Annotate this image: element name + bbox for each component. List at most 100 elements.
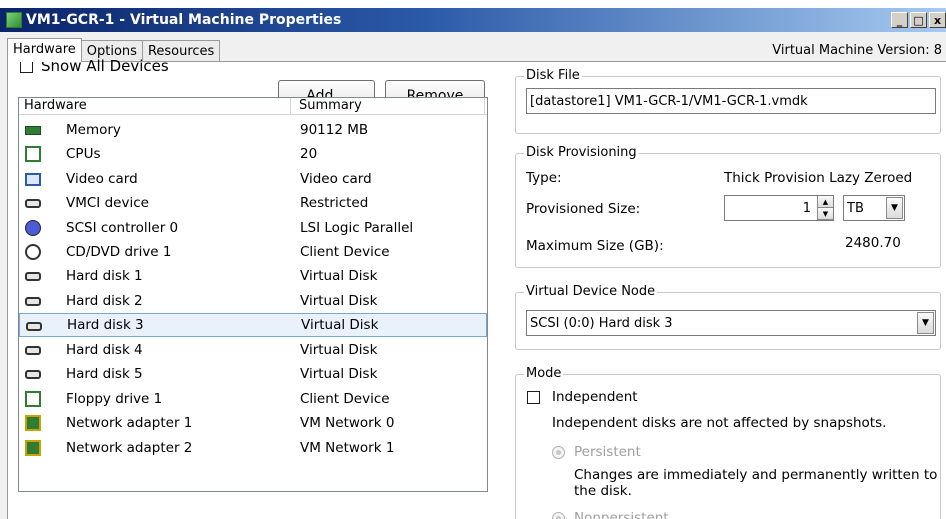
- hardware-list-header: Hardware Summary: [19, 98, 487, 115]
- mode-legend: Mode: [524, 366, 564, 381]
- hardware-name: VMCI device: [66, 195, 149, 211]
- hardware-summary: VM Network 0: [300, 415, 395, 431]
- nonpersistent-radio[interactable]: [552, 512, 565, 519]
- network-adapter-icon: [25, 440, 41, 456]
- hardware-row-network-adapter-1[interactable]: Network adapter 1 VM Network 0: [19, 411, 487, 435]
- provisioned-size-unit-select[interactable]: TB ▼: [843, 195, 905, 221]
- disk-file-group: Disk File [datastore1] VM1-GCR-1/VM1-GCR…: [515, 68, 941, 134]
- hard-disk-icon: [25, 346, 41, 355]
- persistent-label[interactable]: Persistent: [574, 444, 641, 460]
- close-button[interactable]: x: [929, 12, 946, 28]
- hardware-row-scsi-controller-0[interactable]: SCSI controller 0 LSI Logic Parallel: [19, 216, 487, 240]
- video-card-icon: [25, 172, 41, 186]
- hardware-summary: LSI Logic Parallel: [300, 220, 414, 236]
- independent-label[interactable]: Independent: [552, 389, 638, 405]
- hardware-row-video-card[interactable]: Video card Video card: [19, 167, 487, 191]
- hardware-row-hard-disk-1[interactable]: Hard disk 1 Virtual Disk: [19, 264, 487, 288]
- hardware-name: Video card: [66, 171, 138, 187]
- hardware-row-hard-disk-4[interactable]: Hard disk 4 Virtual Disk: [19, 338, 487, 362]
- hardware-name: CPUs: [66, 146, 101, 162]
- virtual-device-node-legend: Virtual Device Node: [524, 284, 658, 299]
- hardware-name: Hard disk 3: [67, 317, 144, 333]
- persistent-note-line-2: the disk.: [574, 483, 632, 499]
- maximize-button[interactable]: □: [910, 12, 927, 28]
- hardware-row-hard-disk-2[interactable]: Hard disk 2 Virtual Disk: [19, 289, 487, 313]
- hardware-summary: Client Device: [300, 391, 390, 407]
- hardware-name: Hard disk 1: [66, 268, 143, 284]
- disk-provisioning-legend: Disk Provisioning: [524, 145, 639, 160]
- hardware-summary: VM Network 1: [300, 440, 395, 456]
- hardware-row-cd-dvd-drive-1[interactable]: CD/DVD drive 1 Client Device: [19, 240, 487, 264]
- virtual-device-node-value: SCSI (0:0) Hard disk 3: [530, 315, 673, 331]
- vm-version-label: Virtual Machine Version: 8: [772, 43, 942, 58]
- hardware-name: Hard disk 2: [66, 293, 143, 309]
- tab-hardware[interactable]: Hardware: [7, 38, 82, 62]
- provisioned-size-label: Provisioned Size:: [526, 201, 641, 217]
- hardware-name: Hard disk 5: [66, 366, 143, 382]
- hardware-name: Network adapter 1: [66, 415, 193, 431]
- column-header-hardware[interactable]: Hardware: [19, 98, 291, 114]
- network-adapter-icon: [25, 415, 41, 431]
- hardware-name: Network adapter 2: [66, 440, 193, 456]
- provisioned-size-input[interactable]: 1 ▲ ▼: [724, 195, 834, 221]
- vmci-device-icon: [25, 199, 41, 208]
- hardware-name: Hard disk 4: [66, 342, 143, 358]
- cpu-icon: [25, 146, 41, 162]
- chevron-down-icon[interactable]: ▼: [917, 312, 934, 334]
- hardware-name: SCSI controller 0: [66, 220, 179, 236]
- hardware-summary: Virtual Disk: [301, 317, 379, 333]
- nonpersistent-label[interactable]: Nonpersistent: [574, 510, 669, 519]
- hardware-name: Memory: [66, 122, 121, 138]
- maximum-size-value: 2480.70: [845, 235, 901, 251]
- chevron-down-icon[interactable]: ▼: [886, 197, 903, 219]
- hardware-summary: Client Device: [300, 244, 390, 260]
- persistent-radio[interactable]: [552, 446, 565, 459]
- mode-group: Mode Independent Independent disks are n…: [515, 366, 941, 519]
- hardware-row-cpus[interactable]: CPUs 20: [19, 142, 487, 166]
- hardware-summary: Video card: [300, 171, 372, 187]
- hardware-row-network-adapter-2[interactable]: Network adapter 2 VM Network 1: [19, 436, 487, 460]
- hardware-summary: Virtual Disk: [300, 342, 378, 358]
- hardware-list[interactable]: Hardware Summary Memory 90112 MB CPUs 20…: [18, 97, 488, 492]
- hardware-row-hard-disk-3[interactable]: Hard disk 3 Virtual Disk: [19, 313, 487, 337]
- virtual-device-node-select[interactable]: SCSI (0:0) Hard disk 3 ▼: [526, 310, 936, 336]
- hard-disk-icon: [25, 297, 41, 306]
- hardware-name: CD/DVD drive 1: [66, 244, 172, 260]
- hardware-row-memory[interactable]: Memory 90112 MB: [19, 118, 487, 142]
- disk-file-path-field[interactable]: [datastore1] VM1-GCR-1/VM1-GCR-1.vmdk: [526, 88, 936, 114]
- column-header-summary[interactable]: Summary: [291, 98, 485, 114]
- maximum-size-label: Maximum Size (GB):: [526, 238, 664, 254]
- type-value: Thick Provision Lazy Zeroed: [724, 170, 913, 186]
- hardware-row-hard-disk-5[interactable]: Hard disk 5 Virtual Disk: [19, 362, 487, 386]
- hardware-summary: Virtual Disk: [300, 268, 378, 284]
- hardware-summary: Restricted: [300, 195, 369, 211]
- vm-properties-icon: [6, 12, 22, 28]
- window-title: VM1-GCR-1 - Virtual Machine Properties: [26, 12, 342, 28]
- hardware-summary: Virtual Disk: [300, 293, 378, 309]
- virtual-device-node-group: Virtual Device Node SCSI (0:0) Hard disk…: [515, 284, 941, 350]
- type-label: Type:: [526, 170, 562, 186]
- floppy-drive-icon: [25, 391, 41, 407]
- hardware-row-floppy-drive-1[interactable]: Floppy drive 1 Client Device: [19, 387, 487, 411]
- disk-provisioning-group: Disk Provisioning Type: Thick Provision …: [515, 145, 941, 268]
- independent-note: Independent disks are not affected by sn…: [552, 415, 887, 431]
- spin-up-arrow-icon[interactable]: ▲: [818, 196, 833, 208]
- hardware-summary: 20: [300, 146, 318, 162]
- title-bar[interactable]: VM1-GCR-1 - Virtual Machine Properties _…: [0, 8, 946, 32]
- hard-disk-icon: [25, 370, 41, 379]
- hardware-summary: Virtual Disk: [300, 366, 378, 382]
- hard-disk-icon: [26, 322, 42, 331]
- provisioned-size-spinner[interactable]: ▲ ▼: [817, 196, 833, 220]
- independent-checkbox[interactable]: [527, 391, 540, 404]
- memory-icon: [25, 126, 41, 135]
- minimize-button[interactable]: _: [891, 12, 908, 28]
- cd-dvd-drive-icon: [25, 244, 41, 260]
- hard-disk-icon: [25, 272, 41, 281]
- spin-down-arrow-icon[interactable]: ▼: [818, 208, 833, 220]
- provisioned-size-unit: TB: [847, 200, 864, 216]
- persistent-note-line-1: Changes are immediately and permanently …: [574, 467, 938, 483]
- hardware-name: Floppy drive 1: [66, 391, 163, 407]
- hardware-summary: 90112 MB: [300, 122, 369, 138]
- disk-file-legend: Disk File: [524, 68, 582, 83]
- hardware-row-vmci-device[interactable]: VMCI device Restricted: [19, 191, 487, 215]
